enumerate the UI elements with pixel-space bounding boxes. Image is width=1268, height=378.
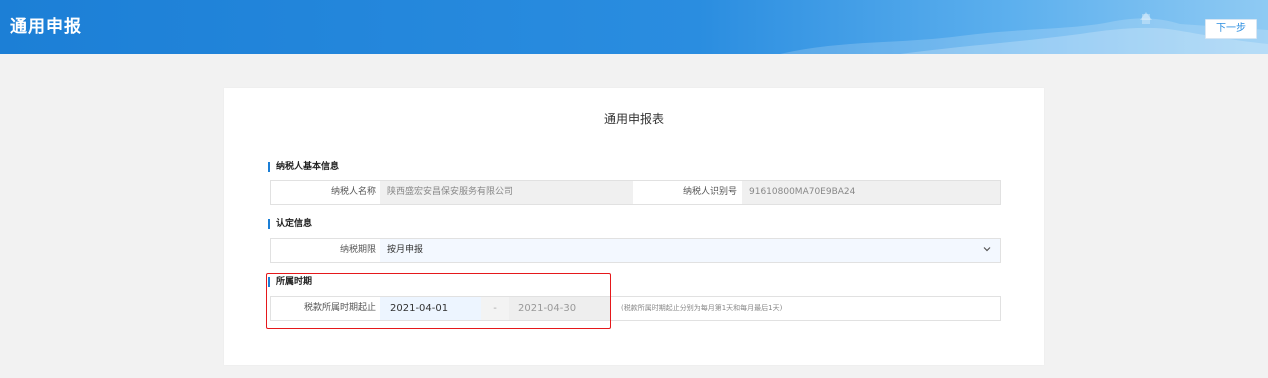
tax-period-hint: (税款所属时期起止分别为每月第1天和每月最后1天) xyxy=(621,304,783,312)
tax-period-type-value: 按月申报 xyxy=(387,245,424,255)
top-header: 通用申报 下一步 xyxy=(0,0,1268,54)
form-card: 通用申报表 纳税人基本信息 纳税人名称 陕西盛宏安昌保安服务有限公司 纳税人识别… xyxy=(224,88,1044,365)
taxpayer-info-row: 纳税人名称 陕西盛宏安昌保安服务有限公司 纳税人识别号 91610800MA70… xyxy=(270,180,1001,205)
next-step-button[interactable]: 下一步 xyxy=(1205,19,1257,39)
section-heading-basic-info: 纳税人基本信息 xyxy=(268,162,339,172)
taxpayer-name-field: 陕西盛宏安昌保安服务有限公司 xyxy=(380,181,633,204)
chevron-down-icon xyxy=(983,239,991,262)
tax-period-type-select[interactable]: 按月申报 xyxy=(380,239,1000,262)
form-title: 通用申报表 xyxy=(603,112,664,126)
section-heading-certification: 认定信息 xyxy=(268,219,312,229)
tax-period-type-row: 纳税期限 按月申报 xyxy=(270,238,1001,263)
taxpayer-id-label: 纳税人识别号 xyxy=(682,187,737,197)
great-wall-decoration xyxy=(780,12,1268,54)
taxpayer-name-label: 纳税人名称 xyxy=(330,187,376,197)
tax-period-type-label: 纳税期限 xyxy=(339,245,376,255)
taxpayer-id-field: 91610800MA70E9BA24 xyxy=(742,181,1000,204)
highlight-box xyxy=(266,273,611,329)
page-title: 通用申报 xyxy=(10,17,82,37)
